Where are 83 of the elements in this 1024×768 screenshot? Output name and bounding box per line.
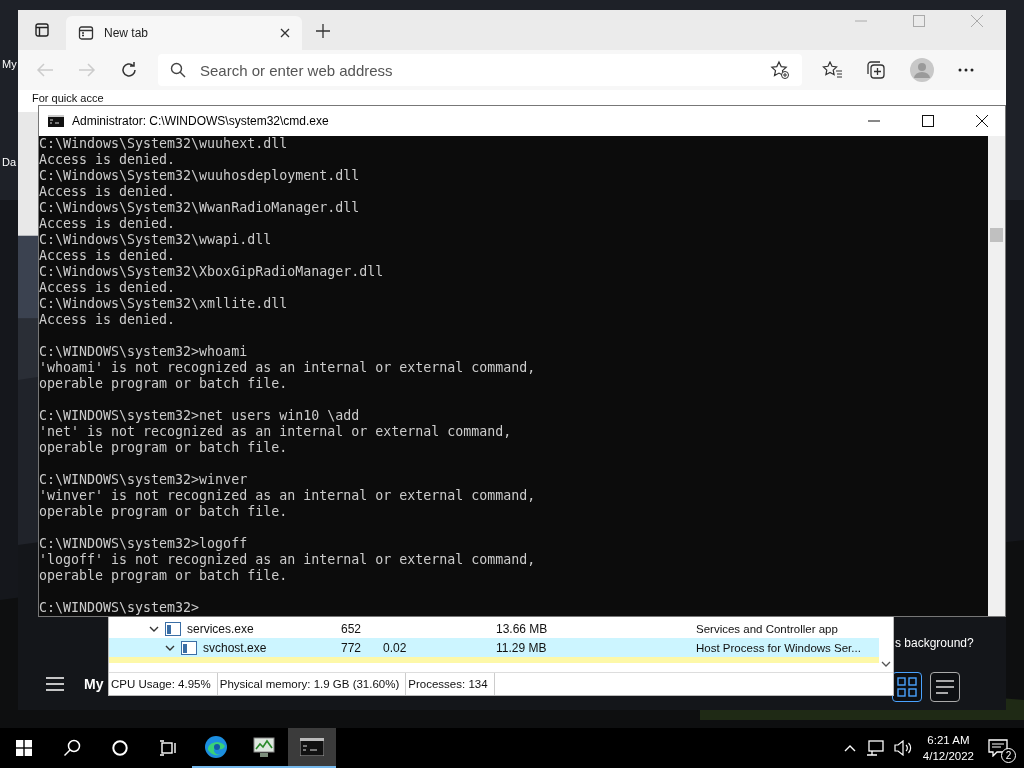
grid-icon bbox=[897, 677, 917, 697]
console-line: C:\Windows\System32\wuuhosdeployment.dll bbox=[39, 168, 361, 184]
status-field: Processes: 134 bbox=[406, 673, 495, 695]
process-id: 652 bbox=[341, 621, 363, 636]
notifications-icon[interactable] bbox=[988, 739, 1008, 757]
favorites-bar-hint: For quick acce bbox=[32, 92, 104, 104]
new-tab-icon bbox=[78, 25, 94, 41]
more-menu-icon[interactable] bbox=[958, 68, 974, 72]
console-line: C:\WINDOWS\system32> bbox=[39, 600, 201, 616]
browser-app-icon bbox=[204, 735, 228, 759]
console-line: operable program or batch file. bbox=[39, 440, 289, 456]
taskbar-button[interactable] bbox=[288, 728, 336, 768]
process-name: svchost.exe bbox=[203, 640, 267, 655]
address-bar[interactable]: Search or enter web address bbox=[158, 54, 802, 86]
status-field: Physical memory: 1.9 GB (31.60%) bbox=[217, 673, 407, 695]
console-line: C:\WINDOWS\system32>net users win10 \add bbox=[39, 408, 361, 424]
process-icon bbox=[165, 621, 181, 636]
console-line: C:\Windows\System32\WwanRadioManager.dll bbox=[39, 200, 361, 216]
process-row[interactable]: services.exe 652 13.66 MB Services and Controller app bbox=[109, 619, 879, 638]
search-icon bbox=[63, 739, 81, 757]
clock[interactable]: 6:21 AM 4/12/2022 bbox=[922, 732, 974, 764]
start-icon[interactable] bbox=[16, 740, 32, 756]
notification-count-badge: 2 bbox=[1001, 748, 1016, 763]
console-line: Access is denied. bbox=[39, 152, 177, 168]
console-icon bbox=[300, 738, 324, 756]
console-line: 'logoff' is not recognized as an internal or external command, bbox=[39, 552, 537, 568]
console-line: C:\Windows\System32\xmllite.dll bbox=[39, 296, 289, 312]
new-tab-plus-icon[interactable] bbox=[316, 24, 330, 38]
memory-value: 13.66 MB bbox=[496, 621, 549, 636]
console-line: C:\Windows\System32\wuuhext.dll bbox=[39, 136, 289, 152]
console-line: C:\WINDOWS\system32>winver bbox=[39, 472, 249, 488]
monitor-chart-icon bbox=[252, 736, 276, 758]
list-layout-button[interactable] bbox=[930, 672, 960, 702]
profile-avatar-icon[interactable] bbox=[910, 58, 934, 82]
console-line: C:\WINDOWS\system32>logoff bbox=[39, 536, 249, 552]
console-line: C:\Windows\System32\XboxGipRadioManager.dll bbox=[39, 264, 385, 280]
console-line: operable program or batch file. bbox=[39, 568, 289, 584]
page-menu-label[interactable]: My bbox=[84, 676, 104, 692]
console-line: Access is denied. bbox=[39, 216, 177, 232]
network-icon[interactable] bbox=[865, 740, 884, 756]
maximize-icon[interactable] bbox=[922, 115, 934, 127]
process-description: Services and Controller app bbox=[696, 622, 838, 635]
grid-layout-button[interactable] bbox=[892, 672, 922, 702]
console-line: C:\WINDOWS\system32>whoami bbox=[39, 344, 249, 360]
favorites-icon[interactable] bbox=[822, 61, 842, 79]
status-field: CPU Usage: 4.95% bbox=[109, 673, 218, 695]
circle-icon bbox=[112, 740, 128, 756]
console-line: 'net' is not recognized as an internal or external command, bbox=[39, 424, 513, 440]
collections-icon[interactable] bbox=[866, 60, 886, 80]
close-icon[interactable] bbox=[976, 115, 988, 127]
scrollbar[interactable] bbox=[988, 136, 1005, 616]
browser-tab[interactable]: New tab bbox=[66, 16, 302, 50]
console-line: Access is denied. bbox=[39, 280, 177, 296]
memory-value: 11.29 MB bbox=[496, 640, 548, 655]
console-icon bbox=[48, 115, 64, 127]
list-icon bbox=[935, 679, 955, 695]
console-line: operable program or batch file. bbox=[39, 376, 289, 392]
refresh-icon[interactable] bbox=[120, 61, 138, 79]
desktop-icon-label[interactable]: Da bbox=[2, 156, 17, 168]
console-line: operable program or batch file. bbox=[39, 504, 289, 520]
process-row[interactable]: svchost.exe 772 0.02 11.29 MB Host Process for Windows Ser... bbox=[109, 638, 879, 657]
process-description: Host Process for Windows Ser... bbox=[696, 641, 861, 654]
process-id: 772 bbox=[341, 640, 363, 655]
task-view-icon bbox=[159, 740, 177, 756]
cpu-value: 0.02 bbox=[383, 640, 407, 655]
background-prompt[interactable]: s background? bbox=[895, 636, 974, 650]
close-tab-icon[interactable] bbox=[280, 28, 290, 38]
console-line: C:\Windows\System32\wwapi.dll bbox=[39, 232, 273, 248]
search-icon bbox=[170, 62, 186, 78]
console-line: 'whoami' is not recognized as an internal or external command, bbox=[39, 360, 537, 376]
console-line: 'winver' is not recognized as an internal or external command, bbox=[39, 488, 537, 504]
console-line: Access is denied. bbox=[39, 184, 177, 200]
scroll-down-icon[interactable] bbox=[881, 660, 891, 668]
menu-icon[interactable] bbox=[46, 677, 64, 691]
window-title: Administrator: C:\WINDOWS\system32\cmd.exe bbox=[72, 114, 329, 128]
process-name: services.exe bbox=[187, 621, 254, 636]
desktop-icon-label[interactable]: My bbox=[2, 58, 17, 70]
volume-icon[interactable] bbox=[893, 740, 912, 756]
chevron-up-icon[interactable] bbox=[843, 744, 856, 752]
console-line: Access is denied. bbox=[39, 248, 177, 264]
process-icon bbox=[181, 640, 197, 655]
console-line: Access is denied. bbox=[39, 312, 177, 328]
add-favorite-icon[interactable] bbox=[770, 60, 790, 80]
